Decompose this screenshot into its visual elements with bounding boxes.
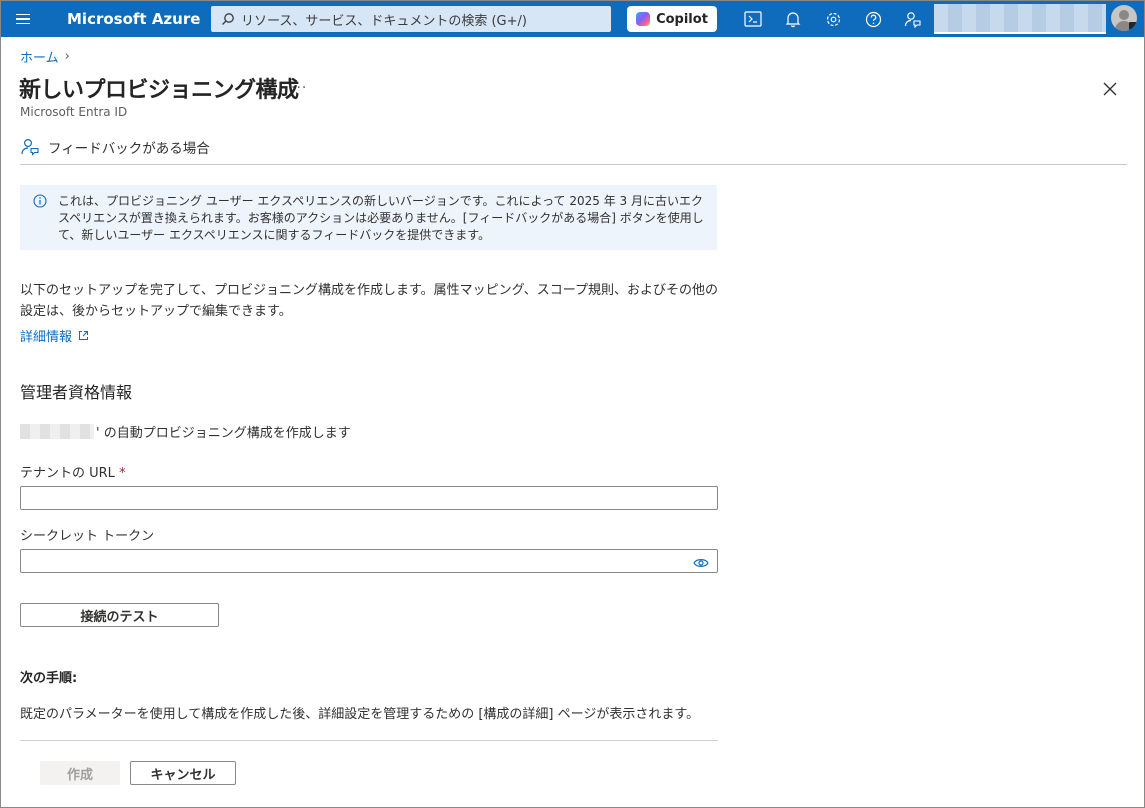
copilot-icon bbox=[636, 12, 651, 26]
next-steps-text: 既定のパラメーターを使用して構成を作成した後、詳細設定を管理するための [構成の… bbox=[20, 707, 700, 722]
copilot-label: Copilot bbox=[656, 11, 708, 27]
lock-icon bbox=[1129, 22, 1137, 30]
info-banner-text: これは、プロビジョニング ユーザー エクスペリエンスの新しいバージョンです。これ… bbox=[58, 194, 704, 242]
menu-icon[interactable] bbox=[1, 1, 45, 37]
feedback-command-button[interactable]: フィードバックがある場合 bbox=[20, 137, 210, 157]
required-mark: * bbox=[114, 466, 126, 481]
account-info-redacted[interactable] bbox=[934, 4, 1106, 32]
secret-token-label: シークレット トークン bbox=[20, 529, 155, 544]
feedback-icon[interactable] bbox=[893, 1, 933, 37]
breadcrumb-home-link[interactable]: ホーム bbox=[20, 47, 59, 66]
more-options-icon[interactable]: ··· bbox=[291, 80, 307, 96]
external-link-icon bbox=[79, 331, 89, 340]
info-icon bbox=[33, 194, 47, 208]
feedback-icon bbox=[21, 138, 39, 156]
section-title-credentials: 管理者資格情報 bbox=[20, 383, 133, 402]
info-banner: これは、プロビジョニング ユーザー エクスペリエンスの新しいバージョンです。これ… bbox=[20, 185, 717, 250]
bell-icon[interactable] bbox=[773, 1, 813, 37]
help-icon[interactable] bbox=[853, 1, 893, 37]
window-frame bbox=[0, 0, 1145, 808]
footer-divider bbox=[20, 740, 718, 741]
avatar[interactable] bbox=[1111, 5, 1137, 31]
description-text: 以下のセットアップを完了して、プロビジョニング構成を作成します。属性マッピング、… bbox=[20, 283, 718, 319]
search-placeholder: リソース、サービス、ドキュメントの検索 (G+/) bbox=[241, 13, 527, 29]
auto-provisioning-text: ' の自動プロビジョニング構成を作成します bbox=[20, 422, 351, 441]
eye-icon[interactable] bbox=[693, 557, 709, 569]
learn-more-link[interactable]: 詳細情報 bbox=[20, 326, 89, 345]
brand-name[interactable]: Microsoft Azure bbox=[67, 10, 207, 28]
test-connection-button[interactable]: 接続のテスト bbox=[20, 603, 219, 627]
create-button[interactable]: 作成 bbox=[40, 761, 120, 785]
copilot-button[interactable]: Copilot bbox=[627, 6, 717, 32]
auto-provisioning-label: ' の自動プロビジョニング構成を作成します bbox=[96, 426, 351, 441]
divider bbox=[20, 164, 1127, 165]
cancel-button[interactable]: キャンセル bbox=[130, 761, 236, 785]
gear-icon[interactable] bbox=[813, 1, 853, 37]
feedback-label: フィードバックがある場合 bbox=[48, 141, 210, 157]
tenant-url-input[interactable] bbox=[20, 486, 718, 510]
next-steps-title: 次の手順: bbox=[20, 671, 78, 686]
page-title: 新しいプロビジョニング構成 bbox=[19, 78, 299, 103]
page-subtitle: Microsoft Entra ID bbox=[20, 105, 128, 119]
breadcrumb: ホーム › bbox=[20, 47, 70, 66]
close-icon[interactable] bbox=[1101, 80, 1119, 98]
app-name-redacted bbox=[20, 424, 94, 439]
cloud-shell-icon[interactable] bbox=[733, 1, 773, 37]
chevron-right-icon: › bbox=[64, 49, 70, 64]
account-underline bbox=[934, 32, 1106, 34]
search-input[interactable]: リソース、サービス、ドキュメントの検索 (G+/) bbox=[211, 6, 611, 32]
search-icon bbox=[222, 13, 234, 25]
secret-token-input[interactable] bbox=[20, 549, 718, 573]
tenant-url-label: テナントの URL * bbox=[20, 466, 126, 481]
learn-more-label: 詳細情報 bbox=[20, 330, 73, 345]
